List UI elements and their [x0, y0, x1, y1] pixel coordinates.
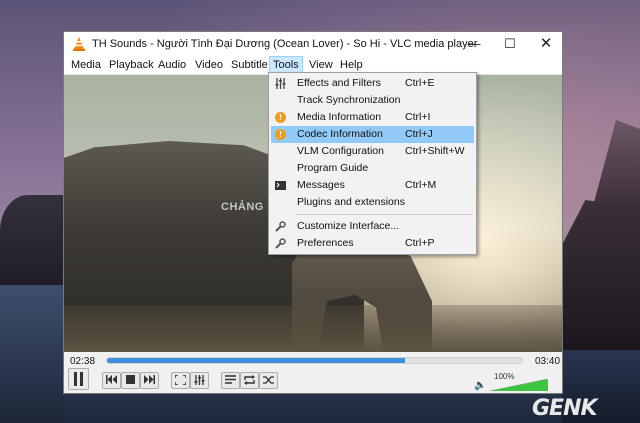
menu-item-plugins-and-extensions[interactable]: Plugins and extensions — [271, 194, 474, 211]
playlist-button[interactable] — [221, 372, 240, 389]
maximize-button[interactable]: ☐ — [492, 32, 528, 56]
wallpaper-rock — [562, 200, 640, 350]
menu-item-label: VLM Configuration — [297, 145, 384, 157]
menu-item-media-information[interactable]: ! Media Information Ctrl+I — [271, 109, 474, 126]
pause-button[interactable] — [68, 368, 89, 390]
previous-button[interactable] — [102, 372, 121, 389]
menu-item-shortcut: Ctrl+J — [405, 128, 433, 140]
minimize-button[interactable]: — — [456, 32, 492, 56]
menu-item-program-guide[interactable]: Program Guide — [271, 160, 474, 177]
menu-playback[interactable]: Playback — [106, 56, 157, 75]
pause-icon — [74, 372, 83, 386]
menu-item-shortcut: Ctrl+Shift+W — [405, 145, 465, 157]
shuffle-button[interactable] — [259, 372, 278, 389]
menu-item-codec-information[interactable]: ! Codec Information Ctrl+J — [271, 126, 474, 143]
next-icon — [144, 375, 155, 384]
menu-item-label: Plugins and extensions — [297, 196, 405, 208]
menu-item-label: Media Information — [297, 111, 382, 123]
wallpaper-rock — [0, 195, 70, 285]
menu-video[interactable]: Video — [192, 56, 226, 75]
video-ground — [64, 305, 562, 352]
menu-media[interactable]: Media — [68, 56, 104, 75]
menu-item-label: Effects and Filters — [297, 77, 381, 89]
wrench-icon — [275, 221, 286, 232]
video-subtitle: CHẢNG — [221, 201, 264, 213]
menu-item-customize-interface[interactable]: Customize Interface... — [271, 218, 474, 235]
tools-dropdown-menu: Effects and Filters Ctrl+E Track Synchro… — [268, 72, 477, 255]
minimize-icon: — — [467, 36, 481, 51]
menu-item-label: Preferences — [297, 237, 354, 249]
previous-icon — [106, 375, 117, 384]
menu-item-label: Program Guide — [297, 162, 369, 174]
wrench-icon — [275, 238, 286, 249]
seek-bar[interactable] — [106, 357, 523, 364]
menu-item-shortcut: Ctrl+M — [405, 179, 437, 191]
fullscreen-button[interactable] — [171, 372, 190, 389]
wallpaper-water — [0, 285, 64, 423]
menu-separator — [295, 214, 473, 215]
seek-bar-fill — [107, 358, 405, 363]
menu-item-label: Messages — [297, 179, 345, 191]
close-icon: ✕ — [539, 35, 553, 52]
loop-button[interactable] — [240, 372, 259, 389]
genk-watermark: GENK — [532, 396, 598, 421]
info-icon: ! — [275, 129, 286, 140]
maximize-icon: ☐ — [504, 36, 516, 51]
equalizer-icon — [275, 78, 286, 89]
equalizer-icon — [194, 375, 205, 385]
volume-slider[interactable] — [490, 379, 548, 391]
menu-item-messages[interactable]: Messages Ctrl+M — [271, 177, 474, 194]
info-icon: ! — [275, 112, 286, 123]
next-button[interactable] — [140, 372, 159, 389]
menu-item-track-synchronization[interactable]: Track Synchronization — [271, 92, 474, 109]
loop-icon — [244, 375, 255, 385]
menu-item-preferences[interactable]: Preferences Ctrl+P — [271, 235, 474, 252]
elapsed-time: 02:38 — [70, 356, 96, 367]
fullscreen-icon — [175, 375, 186, 385]
stop-button[interactable] — [121, 372, 140, 389]
menu-item-vlm-configuration[interactable]: VLM Configuration Ctrl+Shift+W — [271, 143, 474, 160]
menu-subtitle[interactable]: Subtitle — [228, 56, 271, 75]
menu-item-label: Track Synchronization — [297, 94, 401, 106]
close-button[interactable]: ✕ — [528, 32, 564, 56]
total-time: 03:40 — [535, 356, 561, 367]
menu-item-label: Codec Information — [297, 128, 383, 140]
speaker-icon[interactable]: 🔈 — [474, 380, 486, 391]
playlist-icon — [225, 375, 236, 384]
menu-item-shortcut: Ctrl+E — [405, 77, 435, 89]
shuffle-icon — [263, 376, 274, 384]
menu-audio[interactable]: Audio — [155, 56, 189, 75]
title-bar[interactable]: TH Sounds - Người Tình Đại Dương (Ocean … — [64, 32, 562, 56]
terminal-icon — [275, 181, 286, 190]
window-title: TH Sounds - Người Tình Đại Dương (Ocean … — [92, 38, 478, 50]
menu-item-label: Customize Interface... — [297, 220, 400, 232]
menu-item-shortcut: Ctrl+I — [405, 111, 431, 123]
stop-icon — [126, 375, 135, 384]
menu-item-effects-and-filters[interactable]: Effects and Filters Ctrl+E — [271, 75, 474, 92]
extended-settings-button[interactable] — [190, 372, 209, 389]
menu-item-shortcut: Ctrl+P — [405, 237, 435, 249]
vlc-cone-icon — [73, 37, 85, 51]
